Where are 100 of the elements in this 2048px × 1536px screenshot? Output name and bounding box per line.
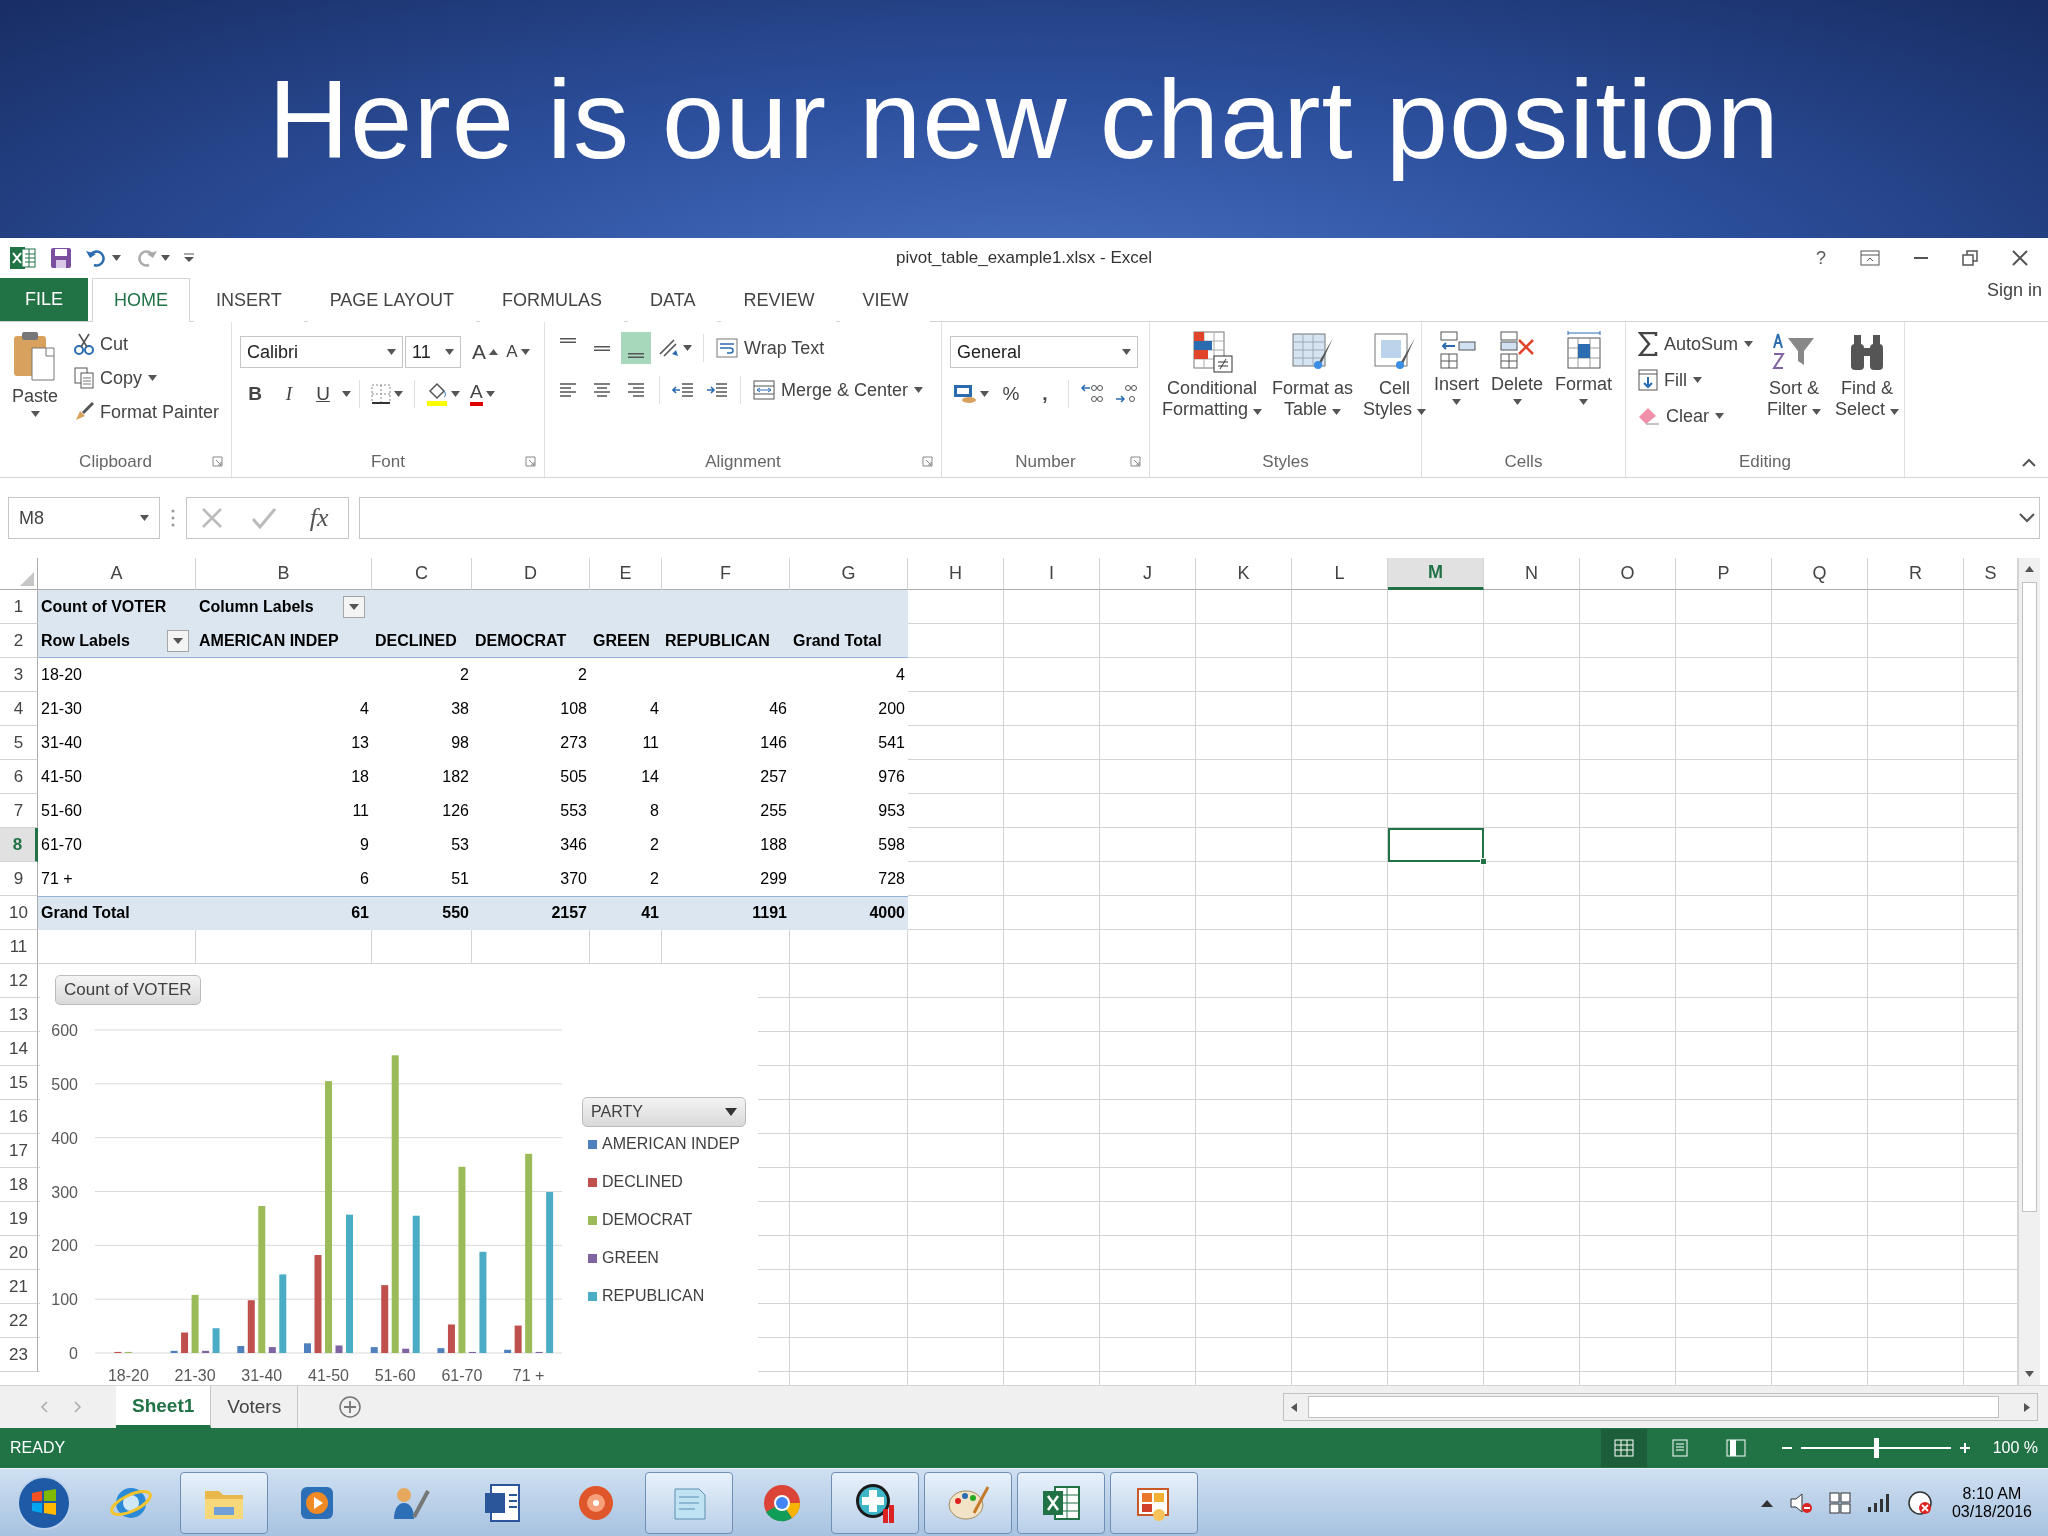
table-cell: DEMOCRAT bbox=[472, 624, 590, 658]
table-cell: 98 bbox=[372, 726, 472, 760]
dialog-launcher-icon[interactable] bbox=[212, 456, 223, 467]
table-cell: 505 bbox=[472, 760, 590, 794]
help-button[interactable]: ? bbox=[1806, 243, 1836, 273]
close-icon bbox=[2012, 250, 2028, 266]
axis-label: 41-50 bbox=[308, 1367, 349, 1384]
clear-button[interactable]: Clear bbox=[1634, 400, 1758, 432]
collapse-ribbon-icon[interactable] bbox=[2022, 458, 2036, 467]
selected-cell[interactable] bbox=[1388, 828, 1484, 862]
network-error-icon[interactable] bbox=[1906, 1489, 1933, 1516]
cells-button[interactable]: Delete bbox=[1487, 328, 1548, 447]
dropdown-arrow-icon bbox=[349, 603, 359, 610]
taskbar-button[interactable] bbox=[831, 1471, 919, 1534]
font-color-button[interactable]: A bbox=[467, 378, 498, 410]
copy-button[interactable]: Copy bbox=[70, 362, 224, 394]
cells-button[interactable]: Insert bbox=[1430, 328, 1484, 447]
money-icon bbox=[953, 383, 977, 405]
view-button[interactable] bbox=[1600, 1429, 1647, 1467]
indent-icon bbox=[706, 381, 728, 399]
show-hidden-icon[interactable] bbox=[1760, 1498, 1773, 1507]
italic-button[interactable]: I bbox=[274, 378, 304, 410]
merge-center-button[interactable]: Merge & Center bbox=[749, 374, 928, 406]
wrap-text-button[interactable]: Wrap Text bbox=[712, 332, 829, 364]
sort-filter-button[interactable]: Sort & Filter bbox=[1763, 328, 1826, 447]
grow-font-button[interactable]: A bbox=[469, 336, 501, 368]
signal-icon[interactable] bbox=[1866, 1492, 1891, 1513]
fill-handle[interactable] bbox=[1480, 858, 1487, 865]
fill-button[interactable]: Fill bbox=[1634, 364, 1758, 396]
add-sheet-icon[interactable] bbox=[338, 1395, 363, 1419]
horizontal-scrollbar[interactable] bbox=[1283, 1393, 2038, 1421]
file-tab[interactable]: FILE bbox=[0, 278, 88, 321]
axis-label: 21-30 bbox=[174, 1367, 216, 1384]
table-cell: 4000 bbox=[790, 896, 908, 930]
number-format-field[interactable]: General bbox=[950, 336, 1138, 368]
caret-icon bbox=[342, 391, 351, 397]
table-cell: GREEN bbox=[590, 624, 662, 658]
align-icon bbox=[628, 353, 644, 358]
formula-input[interactable] bbox=[359, 497, 2040, 539]
underline-button[interactable]: U bbox=[308, 378, 338, 410]
percent-button[interactable]: % bbox=[996, 378, 1026, 410]
windows-flag-icon[interactable] bbox=[1828, 1491, 1851, 1514]
table-cell: REPUBLICAN bbox=[662, 624, 790, 658]
align-button[interactable] bbox=[621, 332, 651, 364]
table-cell: 108 bbox=[472, 692, 590, 726]
table-cell: 346 bbox=[472, 828, 590, 862]
font-size-field[interactable]: 11 bbox=[405, 336, 461, 368]
caret-icon bbox=[387, 349, 396, 355]
dropdown-arrow-icon bbox=[173, 637, 183, 644]
legend-label: DECLINED bbox=[602, 1172, 683, 1192]
bold-button[interactable]: B bbox=[240, 378, 270, 410]
row-header[interactable]: 8 bbox=[0, 828, 38, 862]
ribbon-tab[interactable]: HOME bbox=[92, 278, 190, 322]
find-select-button[interactable]: Find & Select bbox=[1831, 328, 1904, 447]
sign-in-link[interactable]: Sign in bbox=[1986, 280, 2048, 301]
check-icon[interactable] bbox=[251, 506, 278, 530]
format-painter-button[interactable]: Format Painter bbox=[70, 396, 224, 428]
paste-button[interactable]: Paste bbox=[8, 328, 63, 447]
styles-button[interactable]: Cell Styles bbox=[1359, 328, 1431, 447]
dialog-launcher-icon[interactable] bbox=[1130, 456, 1141, 467]
zoom-thumb[interactable] bbox=[1873, 1438, 1879, 1458]
autosum-button[interactable]: AutoSum bbox=[1634, 328, 1758, 360]
comma-button[interactable]: , bbox=[1030, 378, 1060, 410]
speaker-muted-icon[interactable] bbox=[1788, 1490, 1813, 1515]
undo-icon[interactable] bbox=[86, 248, 108, 268]
column-header[interactable]: M bbox=[1388, 558, 1484, 590]
save-icon[interactable] bbox=[50, 247, 72, 269]
shrink-font-button[interactable]: A bbox=[503, 336, 533, 368]
cut-button[interactable]: Cut bbox=[70, 328, 224, 360]
customize-icon[interactable] bbox=[184, 253, 194, 263]
axis-label: 71 + bbox=[512, 1367, 545, 1384]
zoom-in-icon[interactable] bbox=[1958, 1442, 1971, 1454]
table-cell: 18-20 bbox=[38, 658, 196, 692]
font-name-field[interactable]: Calibri bbox=[240, 336, 403, 368]
zoom-level[interactable]: 100 % bbox=[1992, 1439, 2038, 1457]
sheet-tab[interactable]: Sheet1 bbox=[116, 1386, 212, 1428]
table-cell: 14 bbox=[590, 760, 662, 794]
filter-button[interactable] bbox=[343, 595, 365, 618]
chart-bar bbox=[170, 1350, 178, 1353]
caret-icon bbox=[1417, 408, 1427, 415]
field-button[interactable]: Count of VOTER bbox=[55, 975, 201, 1005]
caret-icon bbox=[520, 349, 530, 355]
dialog-launcher-icon[interactable] bbox=[922, 456, 933, 467]
legend-field-button[interactable]: PARTY bbox=[582, 1097, 746, 1127]
axis-label: 500 bbox=[51, 1075, 78, 1093]
right-arrow-icon bbox=[2024, 1402, 2030, 1412]
name-box[interactable]: M8 bbox=[8, 497, 160, 539]
insert-function-button[interactable]: fx bbox=[303, 502, 335, 534]
scrollbar-thumb[interactable] bbox=[2022, 582, 2037, 1212]
table-cell: 255 bbox=[662, 794, 790, 828]
filter-button[interactable] bbox=[167, 629, 189, 652]
align-icon bbox=[560, 383, 576, 397]
scrollbar-thumb[interactable] bbox=[1308, 1396, 1999, 1418]
cells-button[interactable]: Format bbox=[1551, 328, 1617, 447]
table-cell: 6 bbox=[196, 862, 372, 896]
styles-button[interactable]: Conditional Formatting bbox=[1158, 328, 1267, 447]
styles-button[interactable]: Format as Table bbox=[1268, 328, 1358, 447]
wrap-text-icon bbox=[716, 338, 738, 358]
dialog-launcher-icon[interactable] bbox=[525, 456, 536, 467]
table-cell: 200 bbox=[790, 692, 908, 726]
